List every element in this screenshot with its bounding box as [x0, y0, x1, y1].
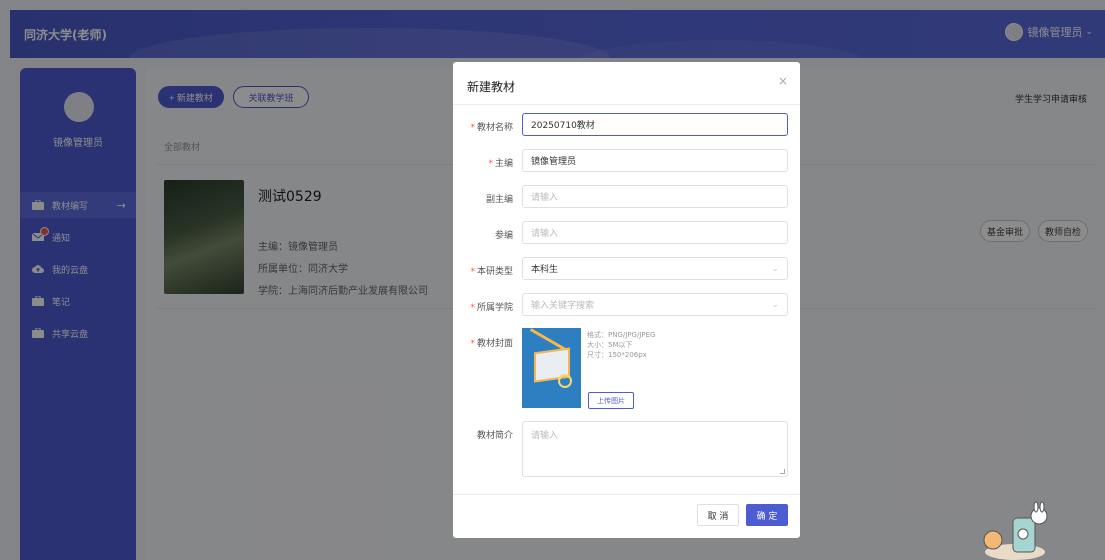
- field-label-editor: * 主编: [488, 159, 513, 169]
- degree-type-select[interactable]: 本科生 ⌄: [522, 257, 788, 280]
- divider: [453, 104, 800, 105]
- participant-input[interactable]: 请输入: [522, 221, 788, 244]
- field-label-college: * 所属学院: [470, 303, 513, 313]
- intro-textarea[interactable]: 请输入: [522, 421, 788, 477]
- textbook-name-input[interactable]: 20250710教材: [522, 113, 788, 136]
- field-label-vice-editor: 副主编: [485, 195, 513, 205]
- degree-type-value: 本科生: [531, 265, 559, 275]
- upload-image-button[interactable]: 上传图片: [588, 392, 634, 409]
- cancel-button[interactable]: 取 消: [697, 504, 739, 526]
- field-label-type: * 本研类型: [470, 267, 513, 277]
- confirm-button[interactable]: 确 定: [746, 504, 788, 526]
- cover-format-hint: 格式：PNG/JPG/JPEG: [587, 331, 656, 339]
- cover-preview-image: [522, 328, 581, 408]
- vice-editor-input[interactable]: 请输入: [522, 185, 788, 208]
- editor-input[interactable]: 镜像管理员: [522, 149, 788, 172]
- field-label-intro: 教材简介: [476, 431, 513, 441]
- chevron-down-icon: ⌄: [771, 299, 779, 310]
- field-label-participant: 参编: [494, 231, 513, 241]
- field-label-name: * 教材名称: [470, 123, 513, 133]
- college-placeholder: 输入关键字搜索: [531, 301, 595, 311]
- new-textbook-dialog: 新建教材 × * 教材名称 20250710教材 * 主编 镜像管理员 副主编 请输…: [453, 62, 800, 538]
- dialog-title: 新建教材: [467, 80, 516, 94]
- cover-dimension-hint: 尺寸：150*206px: [587, 351, 647, 359]
- cover-size-hint: 大小：5M以下: [587, 341, 633, 349]
- mascot-illustration: [983, 501, 1048, 560]
- resize-handle[interactable]: [780, 469, 785, 474]
- field-label-cover: * 教材封面: [470, 339, 513, 349]
- divider: [453, 494, 800, 495]
- chevron-down-icon: ⌄: [771, 263, 779, 274]
- intro-placeholder: 请输入: [531, 431, 559, 441]
- college-select[interactable]: 输入关键字搜索 ⌄: [522, 293, 788, 316]
- close-icon[interactable]: ×: [778, 74, 788, 88]
